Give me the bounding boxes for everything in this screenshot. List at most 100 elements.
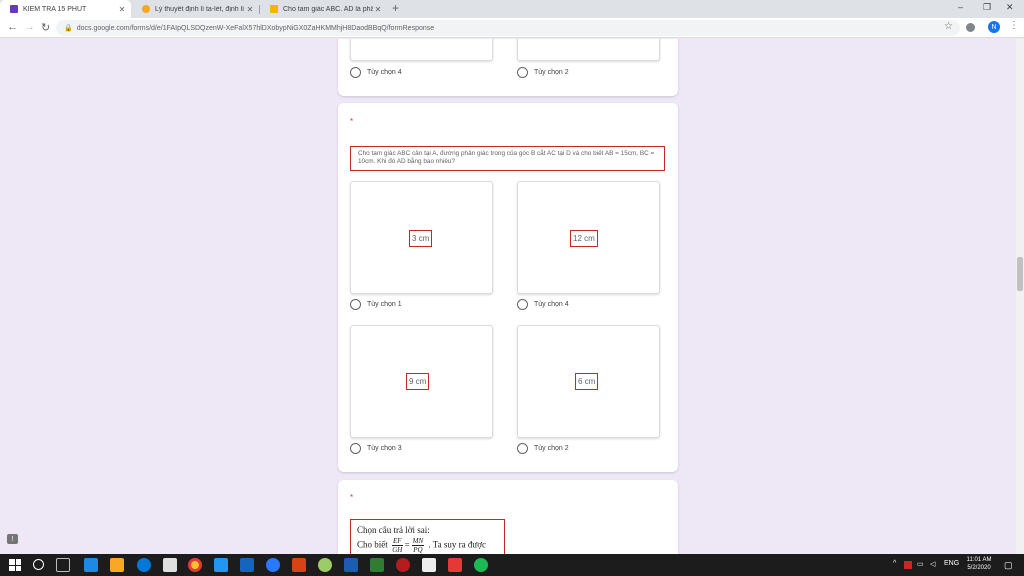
volume-icon[interactable]: ◁ [930,560,935,568]
option-label: Tùy chọn 2 [534,445,569,452]
answer-value: 6 cm [575,373,599,390]
option-image: 12 cm [517,181,660,294]
question-line: Cho biết EF GH = MN PQ . Ta suy ra được [357,537,498,554]
spotify-icon[interactable] [474,558,488,572]
language-indicator[interactable]: ENG [944,560,959,567]
app-icon[interactable] [448,558,462,572]
word-icon[interactable] [344,558,358,572]
app-icon[interactable] [396,558,410,572]
edge-browser-icon[interactable] [137,558,151,572]
radio-button[interactable] [517,299,528,310]
radio-option[interactable]: Tùy chọn 2 [517,443,569,454]
option-label: Tùy chọn 4 [367,69,402,76]
fraction: MN PQ [411,537,425,554]
bookmark-star-icon[interactable]: ☆ [944,21,953,32]
facebook-icon[interactable] [240,558,254,572]
store-icon[interactable] [163,558,177,572]
time-text: 11:01 AM [966,557,992,563]
fraction-denominator: PQ [413,546,423,554]
reload-icon[interactable]: ↻ [41,21,50,34]
option-image: 6 cm [517,325,660,438]
messenger-icon[interactable] [266,558,280,572]
form-page: Tùy chọn 4 Tùy chọn 2 * Cho tam giác ABC… [0,39,1016,554]
file-explorer-icon[interactable] [110,558,124,572]
tab-ly-thuyet[interactable]: Lý thuyết định lí ta-lét, định lí đả ✕ [132,0,259,18]
option-image: 9 cm [350,325,493,438]
minimize-button[interactable]: – [958,2,963,12]
app-icon[interactable] [318,558,332,572]
excel-icon[interactable] [370,558,384,572]
radio-button[interactable] [517,443,528,454]
option-image [350,39,493,61]
radio-option[interactable]: Tùy chọn 4 [517,299,569,310]
question-text: Chọn câu trả lời sai: Cho biết EF GH = M… [350,519,505,554]
question-text: Cho tam giác ABC cân tại A, đường phân g… [350,146,665,171]
browser-toolbar: ← → ↻ 🔒 docs.google.com/forms/d/e/1FAIpQ… [0,18,1024,38]
forward-arrow-icon[interactable]: → [24,21,35,33]
powerpoint-icon[interactable] [292,558,306,572]
radio-button[interactable] [350,299,361,310]
radio-button[interactable] [517,67,528,78]
video-app-icon[interactable] [84,558,98,572]
radio-option[interactable]: Tùy chọn 2 [517,67,569,78]
lock-icon: 🔒 [64,25,73,32]
answer-value: 12 cm [570,230,598,247]
radio-button[interactable] [350,443,361,454]
fraction-denominator: GH [392,546,403,554]
scrollbar-thumb[interactable] [1017,257,1023,291]
radio-option[interactable]: Tùy chọn 1 [350,299,402,310]
windows-start-icon[interactable] [9,559,21,571]
network-icon[interactable]: ▭ [917,560,924,568]
page-scrollbar[interactable] [1016,39,1024,554]
radio-option[interactable]: Tùy chọn 4 [350,67,402,78]
app-icon[interactable] [214,558,228,572]
menu-kebab-icon[interactable]: ⋮ [1009,20,1019,31]
answer-value: 3 cm [409,230,433,247]
clock[interactable]: 11:01 AM 5/2/2020 [962,556,996,572]
close-icon[interactable]: ✕ [245,5,255,14]
equals-sign: = [404,539,410,550]
windows-taskbar: ^ ▭ ◁ ENG 11:01 AM 5/2/2020 ▢ [0,554,1024,576]
app-icon[interactable] [422,558,436,572]
option-image [517,39,660,61]
notification-icon[interactable]: ▢ [1004,560,1013,571]
chevron-up-icon[interactable]: ^ [893,560,896,567]
fraction: EF GH [392,537,403,554]
close-icon[interactable]: ✕ [117,5,127,14]
profile-avatar[interactable]: N [988,21,1000,33]
extension-icon[interactable] [966,23,975,32]
option-label: Tùy chọn 3 [367,445,402,452]
chrome-icon[interactable] [188,558,202,572]
required-asterisk: * [350,493,354,502]
date-text: 5/2/2020 [967,565,991,571]
option-label: Tùy chọn 1 [367,301,402,308]
back-arrow-icon[interactable]: ← [7,21,18,33]
tray-app-icon[interactable] [904,561,912,569]
new-tab-button[interactable]: + [392,1,399,15]
question-card: Tùy chọn 4 Tùy chọn 2 [338,39,678,96]
fraction-numerator: EF [392,537,403,546]
address-bar[interactable]: 🔒 docs.google.com/forms/d/e/1FAIpQLSDQze… [56,20,960,36]
question-text-part: Cho biết [357,539,388,550]
close-window-button[interactable]: ✕ [1006,2,1014,13]
option-label: Tùy chọn 2 [534,69,569,76]
close-icon[interactable]: ✕ [373,5,383,14]
tab-kiem-tra[interactable]: KIỂM TRA 15 PHÚT ✕ [0,0,131,18]
site-favicon-icon [142,5,150,13]
restore-button[interactable]: ❐ [983,2,991,13]
tab-title: KIỂM TRA 15 PHÚT [23,5,87,13]
task-view-icon[interactable] [56,558,70,572]
question-card: * Cho tam giác ABC cân tại A, đường phân… [338,103,678,472]
tab-cho-tam-giac[interactable]: Cho tam giác ABC. AD là phân g ✕ [260,0,387,18]
radio-button[interactable] [350,67,361,78]
cortana-search-icon[interactable] [33,559,44,570]
question-text-part: . Ta suy ra được [428,539,486,550]
required-asterisk: * [350,117,354,126]
site-favicon-icon [270,5,278,13]
feedback-icon[interactable]: ! [7,534,18,544]
question-card: * Chọn câu trả lời sai: Cho biết EF GH =… [338,480,678,554]
answer-value: 9 cm [406,373,430,390]
fraction-numerator: MN [411,537,425,546]
google-forms-icon [10,5,18,13]
radio-option[interactable]: Tùy chọn 3 [350,443,402,454]
